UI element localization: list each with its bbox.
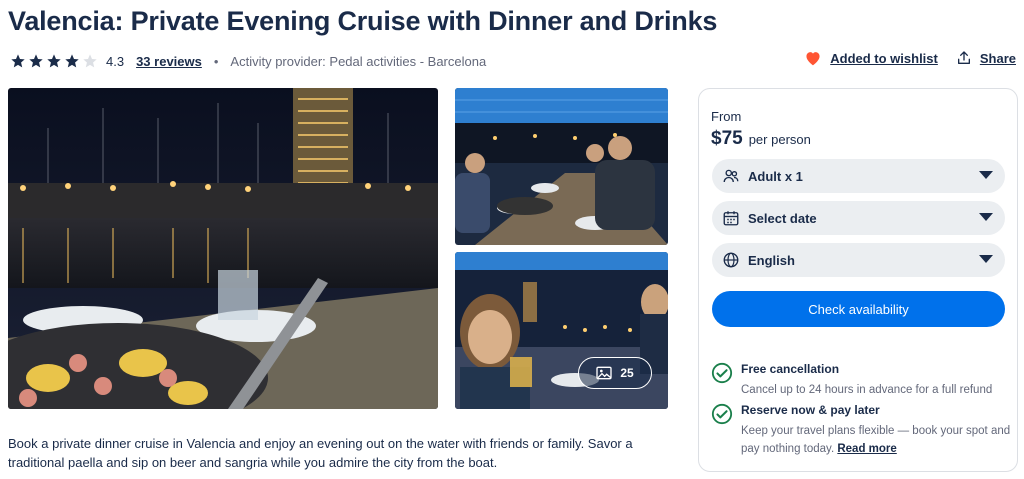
main-photo[interactable] xyxy=(8,88,438,409)
wishlist-button[interactable]: Added to wishlist xyxy=(804,50,938,66)
feature-title: Free cancellation xyxy=(741,362,840,376)
share-label: Share xyxy=(979,50,1016,66)
participants-icon xyxy=(722,167,740,185)
chevron-down-icon xyxy=(979,171,993,179)
price-from-label: From xyxy=(711,109,742,124)
group-dinner-image xyxy=(455,88,668,245)
star-icon xyxy=(29,54,43,68)
star-icon xyxy=(65,54,79,68)
feature-text-wrapper: Keep your travel plans flexible — book y… xyxy=(741,422,1011,458)
chevron-down-icon xyxy=(979,255,993,263)
wishlist-label: Added to wishlist xyxy=(830,50,938,66)
activity-description: Book a private dinner cruise in Valencia… xyxy=(8,436,633,470)
date-value: Select date xyxy=(748,210,817,226)
feature-text: Cancel up to 24 hours in advance for a f… xyxy=(741,384,993,396)
chevron-down-icon xyxy=(979,213,993,221)
participants-value: Adult x 1 xyxy=(748,168,803,184)
globe-icon xyxy=(722,251,740,269)
check-availability-button[interactable]: Check availability xyxy=(712,291,1005,327)
check-circle-icon xyxy=(711,362,733,384)
check-circle-icon xyxy=(711,403,733,425)
calendar-icon xyxy=(722,209,740,227)
page-title: Valencia: Private Evening Cruise with Di… xyxy=(8,6,718,36)
rating-value: 4.3 xyxy=(106,53,125,69)
date-select[interactable]: Select date xyxy=(712,201,1005,235)
language-select[interactable]: English xyxy=(712,243,1005,277)
separator-dot: • xyxy=(213,53,219,69)
star-empty-icon xyxy=(83,54,97,68)
read-more-link[interactable]: Read more xyxy=(837,443,896,455)
price-row: $75 per person xyxy=(711,128,811,150)
page-actions: Added to wishlist Share xyxy=(804,50,1016,66)
photo-count-button[interactable]: 25 xyxy=(578,357,652,389)
star-icon xyxy=(47,54,61,68)
photo-count-value: 25 xyxy=(620,366,634,380)
booking-card: From $75 per person Adult x 1 Select dat… xyxy=(698,88,1018,472)
share-icon xyxy=(957,51,970,64)
harbour-dinner-image xyxy=(8,88,438,409)
star-rating xyxy=(10,53,98,69)
participants-select[interactable]: Adult x 1 xyxy=(712,159,1005,193)
image-icon xyxy=(596,366,612,380)
share-button[interactable]: Share xyxy=(956,50,1016,66)
feature-title: Reserve now & pay later xyxy=(741,403,880,417)
reviews-link[interactable]: 33 reviews xyxy=(136,54,202,69)
rating-meta-row: 4.3 33 reviews • Activity provider: Peda… xyxy=(10,52,486,70)
price-unit: per person xyxy=(748,132,811,147)
price-value: $75 xyxy=(711,128,743,149)
star-icon xyxy=(11,54,25,68)
group-dinner-photo[interactable] xyxy=(455,88,668,245)
activity-provider: Activity provider: Pedal activities - Ba… xyxy=(230,53,487,69)
heart-filled-icon xyxy=(806,52,820,66)
language-value: English xyxy=(748,252,795,268)
